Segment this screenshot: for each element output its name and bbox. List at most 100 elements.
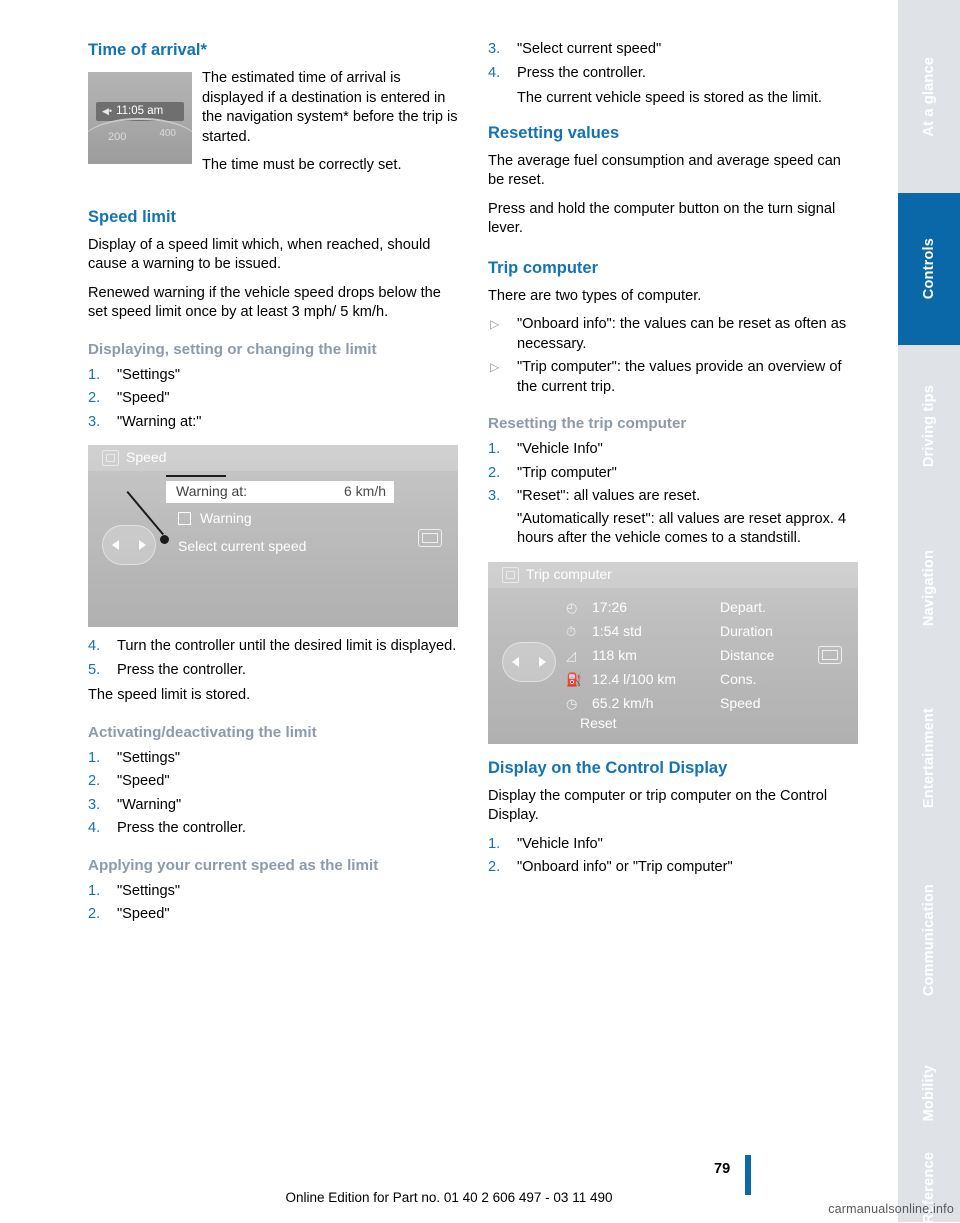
heading-activating-deactivating: Activating/deactivating the limit [88,723,317,741]
figure-scale-low: 200 [108,131,127,143]
tab-controls[interactable]: Controls [898,193,960,345]
row-value: 12.4 l/100 km [592,670,677,687]
step-number: 2. [488,464,501,481]
duration-icon: ⏱ [566,623,577,639]
page-number: 79 [714,1161,731,1177]
controller-knob-icon [502,641,556,682]
heading-speed-limit: Speed limit [88,207,177,226]
applying-steps-continued: 3. "Select current speed" 4. Press the con… [488,40,858,83]
applying-note: The current vehicle speed is stored as t… [517,90,822,106]
table-row: ◴ 17:26 Depart. [566,596,846,620]
step-text: "Reset": all values are reset. [517,488,701,504]
list-item: 3. "Warning at:" [88,413,458,433]
step-text: Press the controller. [117,661,246,678]
step-text: Turn the controller until the desired li… [117,638,457,654]
speed-icon: ◷ [566,695,578,711]
list-item: 1. "Settings" [88,749,458,769]
step-number: 1. [88,882,101,899]
arrow-icon: ◀• [102,105,113,116]
speed-limit-para-2: Renewed warning if the vehicle speed dro… [88,284,441,321]
step-number: 3. [488,488,501,504]
step-text: "Speed" [117,773,170,789]
footer-text: Online Edition for Part no. 01 40 2 606 … [285,1190,613,1205]
figure-row-label: Warning at: [176,483,248,500]
step-number: 2. [88,906,101,922]
tab-communication[interactable]: Communication [898,848,960,1033]
step-number: 2. [88,390,101,406]
heading-trip-computer: Trip computer [488,258,599,277]
bullet-text: "Trip computer": the values provide an o… [517,359,842,395]
tab-label: Mobility [921,1064,937,1122]
figure-warning-checkbox: Warning [178,509,252,529]
speed-limit-stored-note: The speed limit is stored. [88,687,251,703]
row-value: 118 km [592,646,637,663]
display-control-steps: 1. "Vehicle Info" 2. "Onboard info" or "Tr… [488,835,858,878]
list-item: 3. "Select current speed" [488,40,858,60]
resetting-trip-steps: 1. "Vehicle Info" 2. "Trip computer" 3. "Re… [488,440,858,549]
step-number: 2. [88,773,101,789]
list-item: ▷ "Trip computer": the values provide an … [488,358,858,397]
list-item: 3. "Warning" [88,796,458,816]
figure-scale-high: 400 [159,128,176,139]
tab-driving-tips[interactable]: Driving tips [898,345,960,508]
checkbox-icon [178,512,191,526]
table-row: ⏱ 1:54 std Duration [566,620,846,644]
controller-knob-icon [102,525,156,565]
resetting-values-para-1: The average fuel consumption and average… [488,152,841,189]
row-label: Speed [720,694,761,711]
list-item: 1. "Vehicle Info" [488,835,858,855]
table-row: ◷ 65.2 km/h Speed [566,692,846,716]
callout-line-horizontal [166,475,226,477]
speed-limit-para-1: Display of a speed limit which, when rea… [88,236,431,273]
row-value: 17:26 [592,598,628,615]
step-number: 1. [88,366,101,383]
tab-mobility[interactable]: Mobility [898,1033,960,1153]
displaying-setting-steps-2: 4. Turn the controller until the desired … [88,637,458,680]
settings-icon [102,450,119,466]
list-item: 2. "Onboard info" or "Trip computer" [488,858,858,878]
step-text: "Select current speed" [517,41,662,57]
distance-icon: ◿ [566,647,576,663]
tab-label: Entertainment [921,707,937,809]
chapter-tab-rail: At a glance Controls Driving tips Naviga… [898,0,960,1223]
tab-at-a-glance[interactable]: At a glance [898,0,960,193]
tab-label: At a glance [921,56,937,137]
table-row: ⛽ 12.4 l/100 km Cons. [566,668,846,692]
step-number: 4. [88,638,101,654]
row-label: Duration [720,622,773,639]
tab-label: Driving tips [921,385,937,468]
tab-entertainment[interactable]: Entertainment [898,668,960,848]
list-item: 1. "Vehicle Info" [488,440,858,460]
tab-label: Communication [921,884,937,997]
manual-page: Time of arrival* ◀• 11:05 am 200 400 The… [0,0,960,1223]
step-number: 5. [88,661,101,678]
list-item: ▷ "Onboard info": the values can be reset… [488,315,858,354]
list-item: 4. Press the controller. [88,819,458,839]
tab-navigation[interactable]: Navigation [898,508,960,668]
heading-resetting-trip-computer: Resetting the trip computer [488,415,687,432]
step-text: "Settings" [117,882,181,899]
right-column: 3. "Select current speed" 4. Press the con… [488,40,858,884]
tab-label: Controls [921,238,937,300]
list-item: 5. Press the controller. [88,661,458,681]
step-number: 4. [88,820,101,836]
triangle-bullet-icon: ▷ [490,317,500,331]
display-button-icon [418,529,442,547]
figure-title: Speed [126,449,167,466]
step-text: "Vehicle Info" [517,835,603,852]
list-item: 2. "Speed" [88,772,458,792]
table-row: ◿ 118 km Distance [566,644,846,668]
row-label: Depart. [720,598,766,615]
displaying-setting-steps: 1. "Settings" 2. "Speed" 3. "Warning at:" [88,366,458,433]
watermark: carmanualsonline.info [828,1202,954,1216]
trip-computer-para-1: There are two types of computer. [488,287,702,304]
heading-displaying-setting: Displaying, setting or changing the limi… [88,340,377,358]
list-item: 2. "Speed" [88,905,458,925]
trip-computer-bullets: ▷ "Onboard info": the values can be reset… [488,315,858,397]
heading-display-control-display: Display on the Control Display [488,758,728,777]
triangle-bullet-icon: ▷ [490,360,500,374]
trip-computer-icon [502,566,519,583]
step-text: "Settings" [117,366,181,383]
step-subtext: "Automatically reset": all values are re… [517,510,847,547]
list-item: 4. Turn the controller until the desired … [88,637,458,657]
